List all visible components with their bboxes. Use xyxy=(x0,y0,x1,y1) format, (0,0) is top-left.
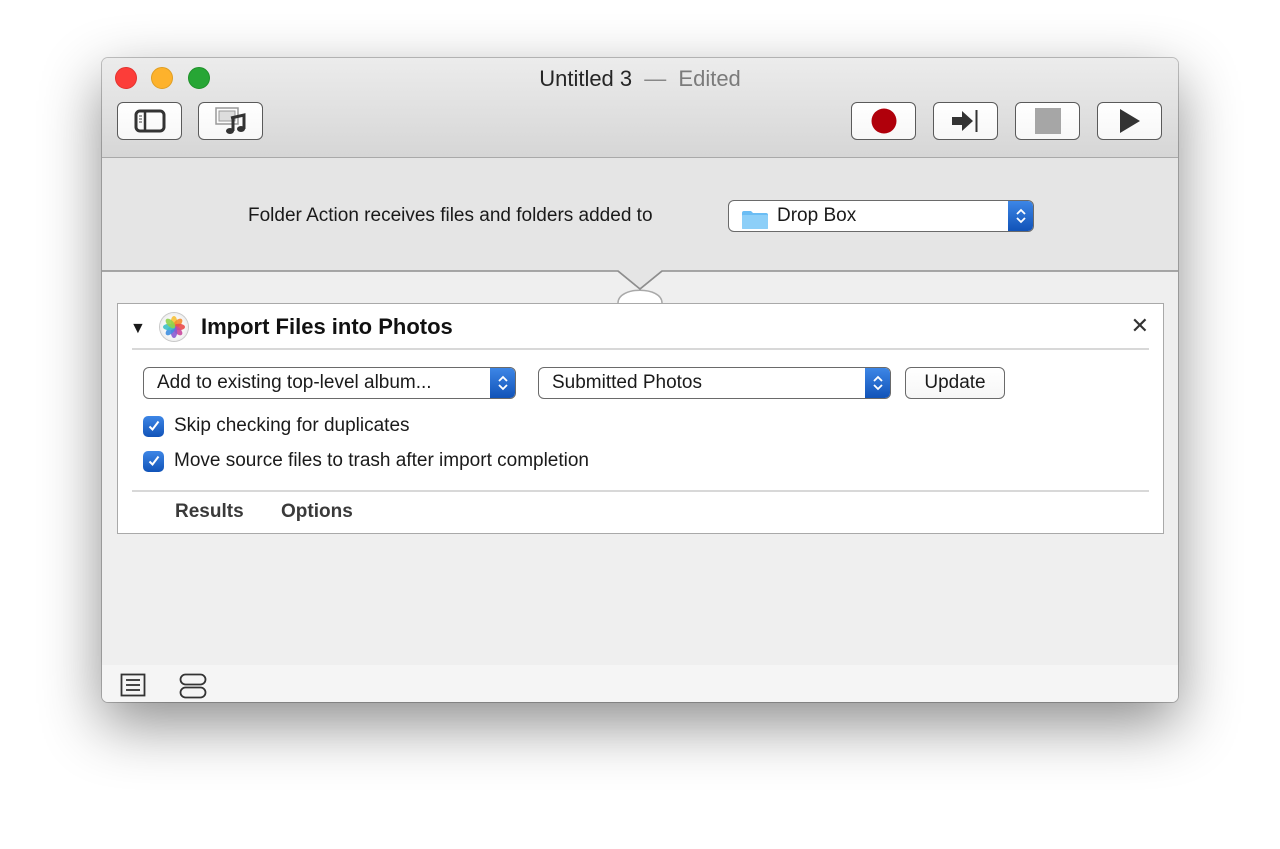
checkmark-icon xyxy=(148,420,159,432)
options-tab[interactable]: Options xyxy=(281,501,353,523)
photos-icon xyxy=(160,313,188,341)
folder-popup[interactable]: Drop Box xyxy=(728,200,1034,232)
popup-stepper-icon xyxy=(865,368,890,398)
run-button[interactable] xyxy=(1097,102,1162,140)
checkbox-label: Skip checking for duplicates xyxy=(174,415,410,436)
workflow-receives-label: Folder Action receives files and folders… xyxy=(248,205,653,226)
update-button[interactable]: Update xyxy=(905,367,1005,399)
step-button[interactable] xyxy=(933,102,998,140)
divider xyxy=(132,490,1149,492)
results-tab[interactable]: Results xyxy=(175,501,244,523)
automator-window: Untitled 3 — Edited Folder Action receiv… xyxy=(102,58,1178,702)
popup-stepper-icon xyxy=(490,368,515,398)
show-variables-button[interactable] xyxy=(179,673,207,702)
log-icon xyxy=(120,673,146,697)
show-log-button[interactable] xyxy=(120,673,146,702)
sidebar-icon xyxy=(134,109,165,133)
document-name: Untitled 3 xyxy=(539,66,633,91)
folder-popup-content: Drop Box xyxy=(729,205,1008,229)
titlebar: Untitled 3 — Edited xyxy=(102,58,1178,158)
media-button[interactable] xyxy=(198,102,263,140)
album-mode-popup[interactable]: Add to existing top-level album... xyxy=(143,367,516,399)
folder-icon xyxy=(742,211,768,229)
record-button[interactable] xyxy=(851,102,916,140)
skip-duplicates-checkbox[interactable] xyxy=(143,415,164,437)
remove-action-button[interactable]: ✕ xyxy=(1131,314,1149,338)
action-import-files-into-photos: ▼ Import Files into Photos ✕ Add to exis… xyxy=(117,303,1164,534)
album-mode-value: Add to existing top-level album... xyxy=(157,372,432,393)
edited-status: Edited xyxy=(678,66,741,91)
checkmark-icon xyxy=(148,455,159,467)
library-toggle-button[interactable] xyxy=(117,102,182,140)
popup-stepper-icon xyxy=(1008,201,1033,231)
record-icon xyxy=(871,108,896,134)
window-title: Untitled 3 — Edited xyxy=(102,66,1178,92)
stop-button[interactable] xyxy=(1015,102,1080,140)
action-title: Import Files into Photos xyxy=(201,314,453,339)
skip-duplicates-option[interactable]: Skip checking for duplicates xyxy=(143,415,410,437)
disclosure-triangle-icon[interactable]: ▼ xyxy=(130,320,146,338)
album-value: Submitted Photos xyxy=(552,372,702,393)
play-icon xyxy=(1119,109,1140,133)
divider xyxy=(132,348,1149,350)
step-icon xyxy=(951,110,977,132)
stop-icon xyxy=(1034,108,1061,134)
workflow-connector xyxy=(102,270,1178,310)
move-to-trash-checkbox[interactable] xyxy=(143,450,164,472)
album-popup[interactable]: Submitted Photos xyxy=(538,367,891,399)
folder-popup-value: Drop Box xyxy=(777,205,857,226)
move-to-trash-option[interactable]: Move source files to trash after import … xyxy=(143,450,589,472)
bottom-bar xyxy=(102,665,1178,702)
media-icon xyxy=(214,107,245,134)
title-separator: — xyxy=(644,66,667,91)
variables-icon xyxy=(179,673,207,699)
checkbox-label: Move source files to trash after import … xyxy=(174,450,590,471)
